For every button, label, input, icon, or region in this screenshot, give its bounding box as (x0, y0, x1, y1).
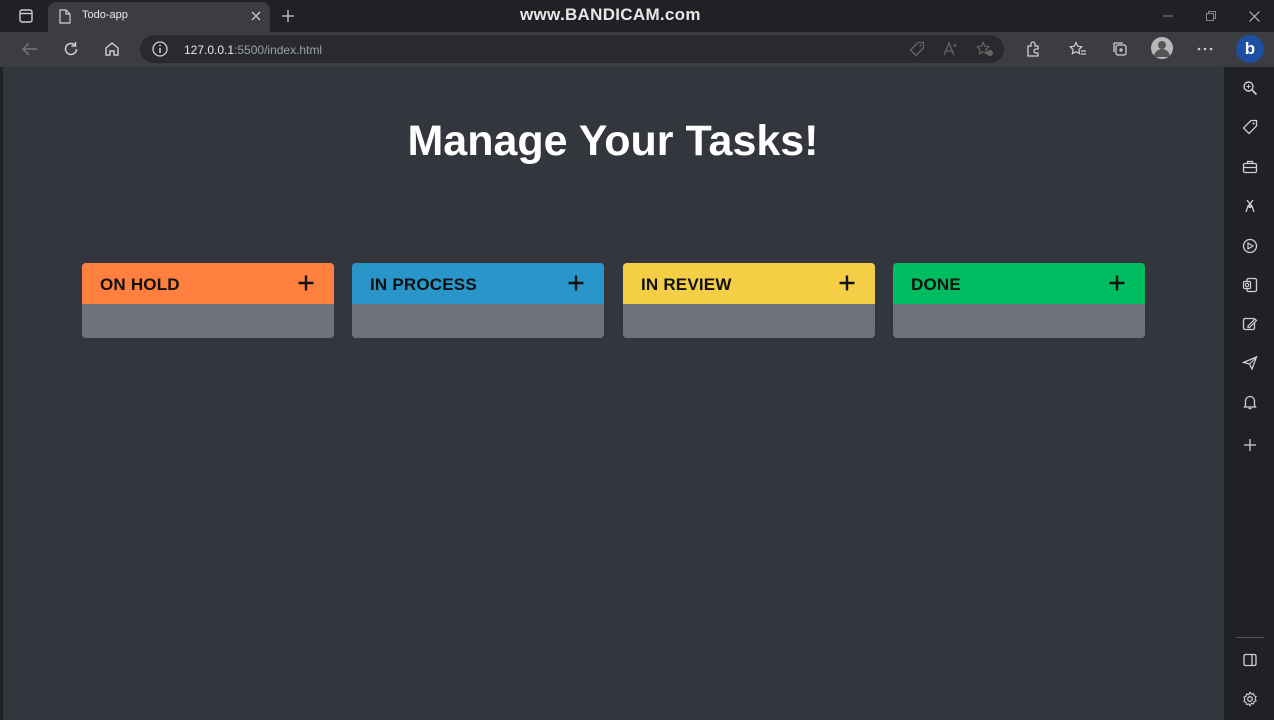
collections-icon[interactable] (1108, 37, 1132, 61)
site-info-icon[interactable] (152, 41, 168, 57)
column-title: IN PROCESS (370, 275, 477, 294)
task-list (623, 304, 875, 338)
column-title: IN REVIEW (641, 275, 732, 294)
new-tab-icon[interactable] (278, 6, 298, 26)
send-icon[interactable] (1239, 352, 1261, 374)
browser-window: Todo-app www.BANDICAM.com 127.0.0.1:5500… (0, 0, 1274, 720)
tab-bar: Todo-app www.BANDICAM.com (0, 0, 1274, 32)
add-task-icon[interactable] (1107, 273, 1127, 293)
sidebar-settings-icon[interactable] (1239, 688, 1261, 710)
notification-icon[interactable] (1239, 391, 1261, 413)
column-title: DONE (911, 275, 961, 294)
outlook-icon[interactable] (1239, 313, 1261, 335)
task-list (893, 304, 1145, 338)
more-options-icon[interactable] (1193, 37, 1217, 61)
browser-tab[interactable]: Todo-app (48, 2, 270, 32)
back-icon[interactable] (18, 38, 42, 60)
tools-icon[interactable] (1239, 156, 1261, 178)
url-path: :5500/index.html (234, 43, 323, 57)
add-sidebar-app-icon[interactable] (1239, 434, 1261, 456)
restore-icon[interactable] (1202, 7, 1220, 25)
task-list (352, 304, 604, 338)
close-icon[interactable] (248, 8, 264, 24)
browser-toolbar: 127.0.0.1:5500/index.html b (0, 32, 1274, 67)
column-header: IN REVIEW (623, 263, 875, 304)
column-in-review: IN REVIEW (623, 263, 875, 338)
home-icon[interactable] (100, 38, 124, 60)
task-list (82, 304, 334, 338)
column-title: ON HOLD (100, 275, 180, 294)
shopping-icon[interactable] (1239, 116, 1261, 138)
favorites-icon[interactable] (1066, 37, 1090, 61)
page-content: Manage Your Tasks! ON HOLD IN PROCESS IN (3, 67, 1223, 720)
column-header: DONE (893, 263, 1145, 304)
office-icon[interactable] (1239, 274, 1261, 296)
url-host: 127.0.0.1 (184, 43, 235, 57)
url-text: 127.0.0.1:5500/index.html (184, 43, 322, 57)
profile-avatar[interactable] (1151, 37, 1173, 59)
bing-chat-icon[interactable]: b (1236, 35, 1264, 63)
page-icon (59, 9, 73, 25)
add-task-icon[interactable] (837, 273, 857, 293)
browser-sidebar (1223, 67, 1274, 720)
column-done: DONE (893, 263, 1145, 338)
sidebar-divider (1236, 637, 1264, 638)
add-task-icon[interactable] (296, 273, 316, 293)
recording-watermark: www.BANDICAM.com (520, 5, 701, 24)
window-close-icon[interactable] (1245, 7, 1263, 25)
add-task-icon[interactable] (566, 273, 586, 293)
column-on-hold: ON HOLD (82, 263, 334, 338)
column-header: ON HOLD (82, 263, 334, 304)
tab-actions-icon[interactable] (15, 7, 37, 25)
games-icon[interactable] (1239, 195, 1261, 217)
add-favorite-icon[interactable] (976, 40, 994, 58)
column-in-process: IN PROCESS (352, 263, 604, 338)
shopping-tag-icon[interactable] (908, 40, 926, 58)
column-header: IN PROCESS (352, 263, 604, 304)
address-bar[interactable]: 127.0.0.1:5500/index.html (140, 35, 1004, 63)
hide-sidebar-icon[interactable] (1239, 649, 1261, 671)
refresh-icon[interactable] (59, 38, 83, 60)
search-icon[interactable] (1239, 77, 1261, 99)
copilot-icon[interactable] (1239, 235, 1261, 257)
tab-title: Todo-app (82, 9, 128, 21)
extensions-icon[interactable] (1021, 37, 1045, 61)
minimize-icon[interactable] (1159, 7, 1177, 25)
read-aloud-icon[interactable] (942, 40, 960, 58)
page-title: Manage Your Tasks! (407, 117, 819, 165)
